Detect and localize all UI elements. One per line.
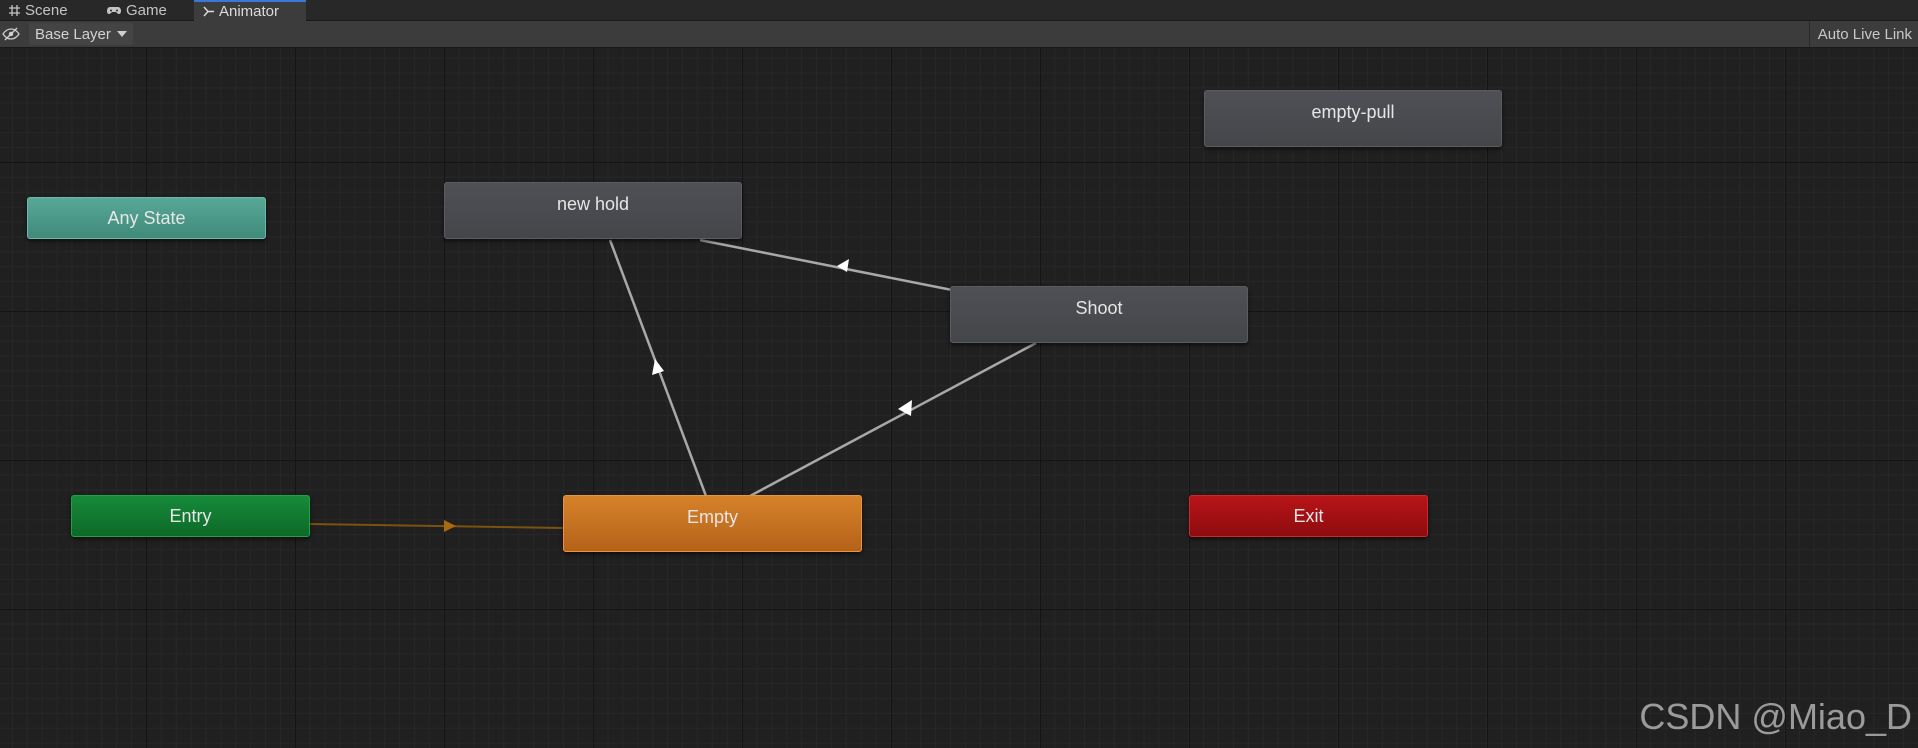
watermark-text: CSDN @Miao_D <box>1639 696 1912 737</box>
tab-label: Game <box>126 1 167 19</box>
state-label: Empty <box>686 507 738 527</box>
tab-label: Scene <box>25 1 68 19</box>
state-shoot[interactable]: Shoot <box>950 286 1248 343</box>
state-exit[interactable]: Exit <box>1189 495 1428 537</box>
state-label: new hold <box>556 194 630 214</box>
layer-breadcrumb-dropdown[interactable]: Base Layer <box>29 23 133 45</box>
transition-entry-to-empty[interactable] <box>309 523 564 529</box>
layer-name: Base Layer <box>35 25 111 43</box>
eye-slash-icon <box>2 27 20 41</box>
tab-animator[interactable]: Animator <box>194 0 306 21</box>
state-entry[interactable]: Entry <box>71 495 310 537</box>
state-label: empty-pull <box>1311 102 1395 122</box>
state-label: Exit <box>1293 506 1324 526</box>
state-label: Any State <box>107 208 186 228</box>
animator-icon <box>203 6 214 17</box>
layer-visibility-button[interactable] <box>2 25 20 43</box>
state-any-state[interactable]: Any State <box>27 197 266 239</box>
state-empty-default[interactable]: Empty <box>563 495 862 552</box>
grid-icon <box>9 4 20 16</box>
transition-empty-to-shoot[interactable] <box>749 341 1037 498</box>
state-machine-graph[interactable]: Any State new hold empty-pull Shoot Entr… <box>0 48 1918 748</box>
tab-game[interactable]: Game <box>98 0 175 20</box>
auto-live-link-button[interactable]: Auto Live Link <box>1808 21 1918 47</box>
transition-shoot-to-new-hold[interactable] <box>699 238 953 292</box>
gamepad-icon <box>107 6 121 14</box>
arrow-icon <box>652 359 664 375</box>
state-new-hold[interactable]: new hold <box>444 182 742 239</box>
tab-label: Animator <box>219 3 280 20</box>
chevron-down-icon <box>116 31 127 37</box>
live-link-label: Auto Live Link <box>1817 25 1912 43</box>
animator-toolbar: Base Layer Auto Live Link <box>0 21 1918 48</box>
tab-scene[interactable]: Scene <box>0 0 76 20</box>
arrow-icon <box>837 259 849 272</box>
state-label: Entry <box>169 506 212 526</box>
arrow-icon <box>444 520 456 532</box>
state-label: Shoot <box>1075 298 1123 318</box>
tab-bar: Scene Game Animator <box>0 0 1918 21</box>
state-empty-pull[interactable]: empty-pull <box>1204 90 1502 147</box>
transition-lines <box>309 238 1037 532</box>
animator-window: Scene Game Animator Base Layer Auto Live… <box>0 0 1918 748</box>
